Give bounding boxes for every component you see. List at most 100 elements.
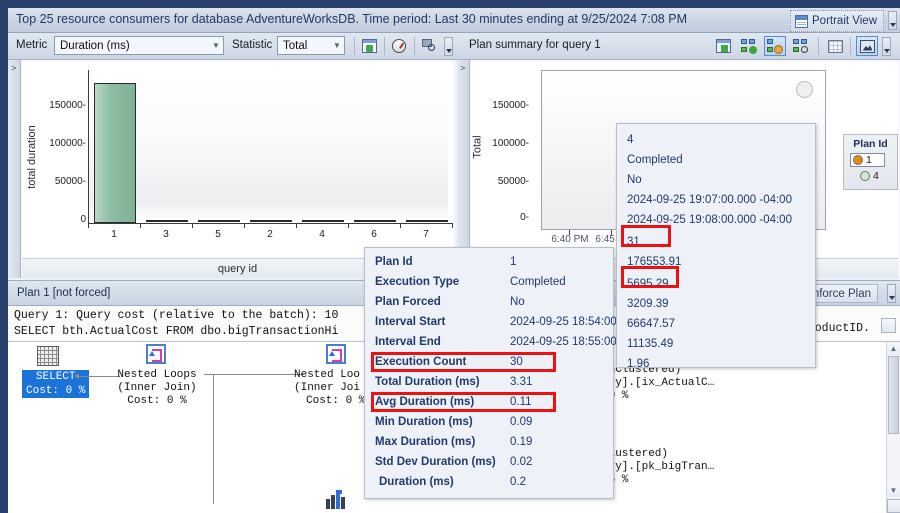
gauge-icon xyxy=(392,39,406,53)
page-title: Top 25 resource consumers for database A… xyxy=(16,12,687,26)
tooltip-row: Min Duration (ms) 0.09 xyxy=(375,416,609,437)
tooltip-value-row: 2024-09-25 19:08:00.000 -04:00 xyxy=(627,214,792,226)
tooltip-value: Completed xyxy=(510,276,566,288)
storage-node-icon xyxy=(326,490,352,510)
plan-detail-tooltip: Plan Id 1 Execution Type Completed Plan Fo… xyxy=(364,247,626,499)
tooltip-key: Interval Start xyxy=(375,316,446,328)
chevron-down-icon: ▼ xyxy=(333,40,341,50)
tooltip-value: 2024-09-25 18:55:00.0 xyxy=(510,336,627,348)
plan-node-select-cost: Cost: 0 % xyxy=(22,384,90,398)
tooltip-row: Total Duration (ms) 3.31 xyxy=(375,376,609,397)
left-chart-ytick-0: 150000- xyxy=(49,100,86,111)
title-overflow-button[interactable] xyxy=(888,11,897,30)
tooltip-key: Min Duration (ms) xyxy=(375,416,473,428)
chevron-right-icon: > xyxy=(11,63,17,73)
metric-gauge-button[interactable] xyxy=(388,36,410,56)
plan-expand-button[interactable] xyxy=(881,318,896,333)
tooltip-value-row: 66647.57 xyxy=(627,318,675,330)
scroll-down-arrow-icon[interactable]: ▼ xyxy=(887,484,900,497)
metric-label: Metric xyxy=(16,39,48,51)
force-plan-button[interactable] xyxy=(738,36,760,56)
left-chart-ylabel: total duration xyxy=(25,125,38,189)
tooltip-key: Avg Duration (ms) xyxy=(375,396,475,408)
compare-plan-button[interactable] xyxy=(790,36,812,56)
left-chart-xtick-5: 6 xyxy=(371,229,377,240)
tooltip-key: Duration (ms) xyxy=(379,476,454,488)
plan-canvas-vscrollbar[interactable]: ▲ ▼ xyxy=(886,342,900,513)
portrait-view-icon xyxy=(795,14,809,28)
metric-select[interactable]: Duration (ms) ▼ xyxy=(54,36,224,55)
query-text-line-2-tail: roductID. xyxy=(807,322,870,335)
tooltip-row: Plan Id 1 xyxy=(375,256,609,277)
view-query-text-button[interactable] xyxy=(418,36,440,56)
right-chart-xtick-0: 6:40 PM xyxy=(551,234,589,245)
statistic-select[interactable]: Total ▼ xyxy=(277,36,345,55)
tooltip-row: Interval Start 2024-09-25 18:54:00.0 xyxy=(375,316,626,337)
tooltip-value: 0.2 xyxy=(510,476,526,488)
zoom-query-icon xyxy=(421,39,437,53)
left-chart-xtick-2: 5 xyxy=(215,229,221,240)
legend-item-label: 1 xyxy=(866,154,872,166)
plan-header-overflow-button[interactable] xyxy=(887,284,896,303)
tooltip-value: 2024-09-25 18:54:00.0 xyxy=(510,316,627,328)
legend-item-plan-1[interactable]: 1 xyxy=(850,153,885,167)
right-toolbar-overflow-button[interactable] xyxy=(882,37,891,56)
tooltip-value: 3.31 xyxy=(510,376,533,388)
legend-item-label: 4 xyxy=(873,170,879,182)
plan-text-1: ory].[ix_ActualC… xyxy=(602,377,715,389)
right-chart-ytick-3: 0- xyxy=(520,212,529,223)
left-toolbar-overflow-button[interactable] xyxy=(444,37,453,56)
result-grid-icon xyxy=(37,346,59,366)
scroll-corner-button[interactable] xyxy=(887,499,900,513)
scroll-up-arrow-icon[interactable]: ▲ xyxy=(887,342,900,355)
plan-id-legend: Plan Id 1 4 xyxy=(843,134,898,190)
left-chart-xtick-1: 3 xyxy=(163,229,169,240)
nested-loops-icon xyxy=(146,344,166,364)
tooltip-row: Avg Duration (ms) 0.11 xyxy=(375,396,609,417)
plan-text-5: ory].[pk_bigTran… xyxy=(602,461,715,473)
tooltip-value-row: 5695.29 xyxy=(627,278,669,290)
tooltip-row: Execution Type Completed xyxy=(375,276,609,297)
left-chart-xtick-0: 1 xyxy=(111,229,117,240)
bar-query-1[interactable] xyxy=(94,83,136,223)
left-chart-plot[interactable]: total duration 150000- 100000- 50000- 0 xyxy=(22,62,453,276)
tooltip-row: Std Dev Duration (ms) 0.02 xyxy=(375,456,609,477)
plan-marker-icon[interactable] xyxy=(796,81,813,98)
tooltip-value-row: 2024-09-25 19:07:00.000 -04:00 xyxy=(627,194,792,206)
tooltip-value-row: No xyxy=(627,174,642,186)
window-title-bar: Top 25 resource consumers for database A… xyxy=(8,8,900,33)
tooltip-key: Total Duration (ms) xyxy=(375,376,480,388)
legend-item-plan-4[interactable]: 4 xyxy=(852,170,897,182)
tooltip-value: 0.19 xyxy=(510,436,533,448)
tooltip-value-row: 31 xyxy=(627,236,640,248)
left-pane-expander[interactable]: > xyxy=(8,60,21,278)
right-chart-ytick-1: 100000- xyxy=(492,138,529,149)
plan-node-loop2-icon-wrap xyxy=(326,344,346,364)
plan-node-nested-loops-1[interactable]: Nested Loops (Inner Join) Cost: 0 % xyxy=(112,369,202,408)
portrait-view-button[interactable]: Portrait View xyxy=(790,10,884,32)
grid-view-button[interactable] xyxy=(824,36,846,56)
left-chart-xtick-4: 4 xyxy=(319,229,325,240)
tooltip-key: Execution Count xyxy=(375,356,467,368)
plan-node-cost: Cost: 0 % xyxy=(127,395,187,407)
unforce-plan-button[interactable] xyxy=(764,36,786,56)
tooltip-key: Plan Id xyxy=(375,256,413,268)
plan-node-select[interactable]: SELECT Cost: 0 % xyxy=(22,370,90,398)
left-chart-xtick-6: 7 xyxy=(423,229,429,240)
plan-node-select-label: SELECT xyxy=(22,370,90,384)
right-pane-expander[interactable]: > xyxy=(457,60,470,278)
chart-view-button[interactable] xyxy=(856,36,878,56)
right-chart-ytick-2: 50000- xyxy=(497,176,529,187)
app-window: Top 25 resource consumers for database A… xyxy=(0,0,900,513)
chevron-down-icon: ▼ xyxy=(212,40,220,50)
tooltip-row: Duration (ms) 0.2 xyxy=(379,476,609,497)
tooltip-value-row: 4 xyxy=(627,134,634,146)
configure-button[interactable] xyxy=(358,36,380,56)
metric-select-value: Duration (ms) xyxy=(60,39,130,52)
tooltip-value-row: 11135.49 xyxy=(627,338,674,350)
left-chart-xtick-3: 2 xyxy=(267,229,273,240)
scroll-thumb[interactable] xyxy=(888,356,899,434)
compare-plan-icon xyxy=(793,39,809,53)
statistic-label: Statistic xyxy=(232,39,273,51)
plan-configure-button[interactable] xyxy=(712,36,734,56)
